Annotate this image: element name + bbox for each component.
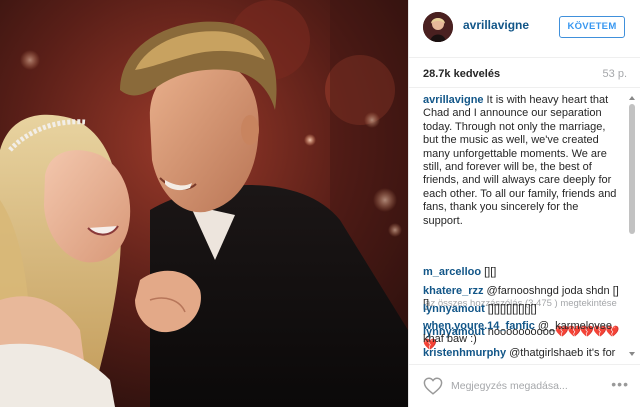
comment-username[interactable]: when.youre.14_fanfic [423, 320, 535, 332]
comments-scrollbar[interactable] [627, 90, 637, 362]
avatar-image [423, 12, 453, 42]
post-actions: ••• [409, 364, 640, 407]
comment-text: [][] [484, 266, 497, 278]
comment-text: [][][][][][][][] [487, 303, 537, 315]
list-item: lynnyamout[][][][][][][][] [423, 303, 621, 316]
list-item: kristenhmurphy @thatgirlshaeb it's for [423, 347, 621, 361]
post-photo[interactable] [0, 0, 408, 407]
post-author-username[interactable]: avrillavigne [463, 18, 529, 32]
comment-username[interactable]: kristenhmurphy [423, 347, 506, 359]
list-item: when.youre.14_fanfic @_karmelovee khaf ba… [423, 320, 621, 347]
post-caption: avrillavigne It is with heavy heart that … [423, 94, 621, 228]
post-sidebar: avrillavigne KÖVETEM 28.7k kedvelés 53 p… [408, 0, 640, 407]
post-timestamp[interactable]: 53 p. [603, 68, 627, 80]
comment-text: @thatgirlshaeb it's for [509, 347, 616, 359]
couple-photo-image [0, 0, 408, 407]
scroll-up-arrow-icon[interactable] [629, 96, 635, 100]
post-stats: 28.7k kedvelés 53 p. [409, 58, 640, 88]
follow-button[interactable]: KÖVETEM [559, 16, 625, 38]
more-options-icon[interactable]: ••• [611, 377, 629, 391]
heart-icon[interactable] [423, 377, 443, 395]
scroll-down-arrow-icon[interactable] [629, 352, 635, 356]
caption-username[interactable]: avrillavigne [423, 94, 484, 106]
comment-username[interactable]: khatere_rzz [423, 285, 484, 297]
caption-text: It is with heavy heart that Chad and I a… [423, 94, 617, 227]
avatar[interactable] [423, 12, 453, 42]
post-header: avrillavigne KÖVETEM [409, 0, 640, 58]
comment-input[interactable] [451, 378, 597, 394]
list-item: m_arcelloo[][] [423, 266, 621, 279]
scrollbar-thumb[interactable] [629, 104, 635, 234]
comment-username[interactable]: m_arcelloo [423, 266, 481, 278]
comment-username[interactable]: lynnyamout [423, 303, 485, 315]
like-count[interactable]: 28.7k kedvelés [423, 68, 500, 80]
